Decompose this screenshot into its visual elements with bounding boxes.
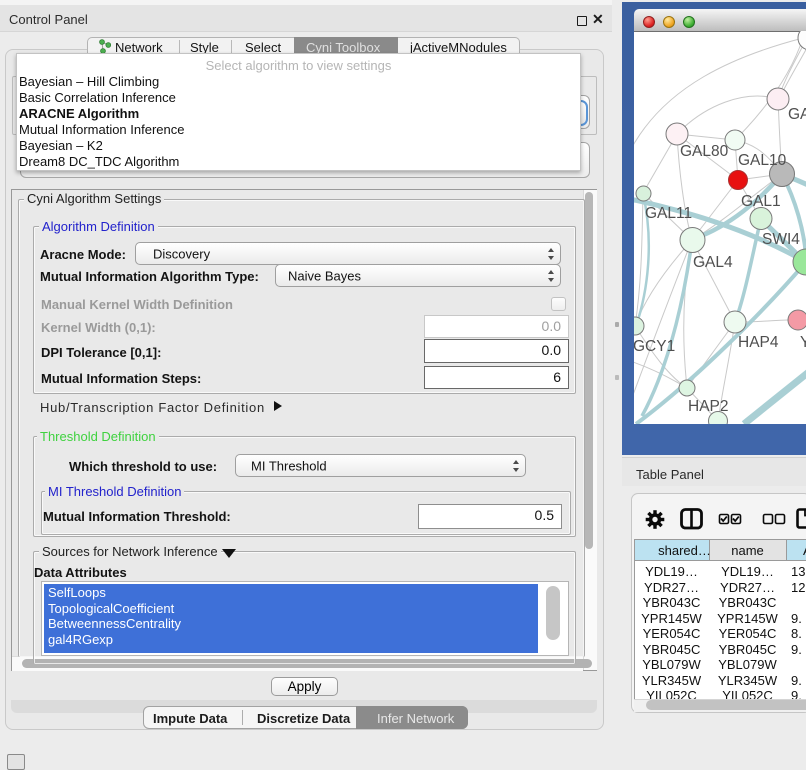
svg-text:HAP4: HAP4 <box>738 334 779 351</box>
svg-text:GAL4: GAL4 <box>693 254 733 271</box>
svg-text:GAL: GAL <box>788 106 806 123</box>
svg-text:HAP2: HAP2 <box>688 398 729 415</box>
svg-text:GAL80: GAL80 <box>680 143 729 160</box>
svg-text:GAL11: GAL11 <box>645 205 692 222</box>
svg-text:GAL10: GAL10 <box>738 152 787 169</box>
svg-text:SWI4: SWI4 <box>762 231 800 248</box>
svg-text:Y: Y <box>800 334 806 351</box>
svg-text:GCY1: GCY1 <box>634 338 675 355</box>
svg-text:GAL1: GAL1 <box>741 193 781 210</box>
